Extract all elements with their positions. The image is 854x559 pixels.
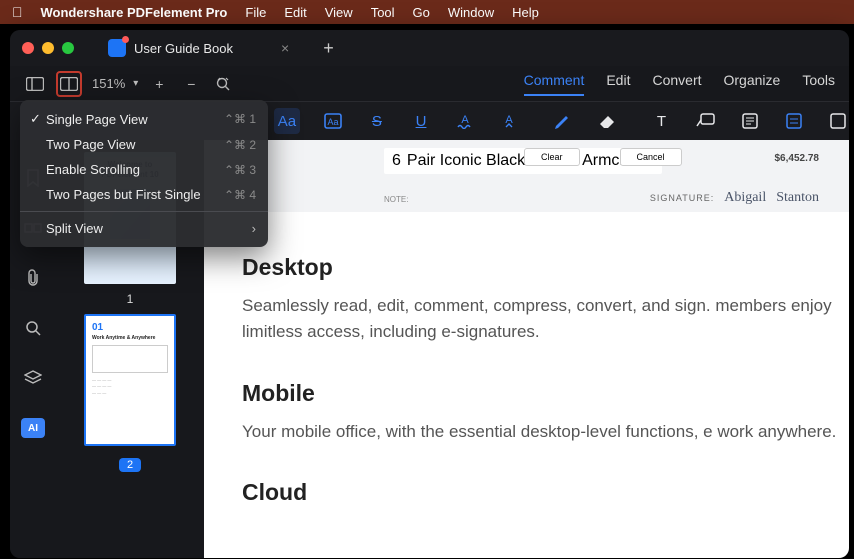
chevron-right-icon: › xyxy=(252,221,256,236)
tab-comment[interactable]: Comment xyxy=(524,72,585,96)
fit-page-icon[interactable] xyxy=(212,73,234,95)
zoom-in-icon[interactable]: + xyxy=(148,73,170,95)
macos-menubar:  Wondershare PDFelement Pro File Edit V… xyxy=(0,0,854,24)
attachment-icon[interactable] xyxy=(23,268,43,288)
thumb2-subtitle: Work Anytime & Anywhere xyxy=(92,335,168,341)
options-bar: 151% ▾ + − Comment Edit Convert Organize… xyxy=(10,66,849,102)
pdf-app-icon xyxy=(108,39,126,57)
signature-label: SIGNATURE: xyxy=(650,193,714,203)
previous-page-strip: 6 Pair Iconic Black Stokke Armchairs Cle… xyxy=(204,140,849,212)
area-highlight-icon[interactable]: Aa xyxy=(322,109,344,133)
layers-icon[interactable] xyxy=(23,368,43,388)
sidebar-toggle-icon[interactable] xyxy=(24,73,46,95)
menu-two-pages-first-single[interactable]: Two Pages but First Single ⌃⌘ 4 xyxy=(20,182,268,207)
sticky-note-icon[interactable] xyxy=(783,109,805,133)
signature-1: Abigail xyxy=(724,190,766,206)
app-name[interactable]: Wondershare PDFelement Pro xyxy=(41,5,228,20)
window-controls xyxy=(22,42,74,54)
callout-icon[interactable] xyxy=(695,109,717,133)
thumb2-box xyxy=(92,345,168,373)
minimize-button[interactable] xyxy=(42,42,54,54)
check-icon: ✓ xyxy=(30,111,46,127)
tab-tools[interactable]: Tools xyxy=(802,72,835,96)
zoom-value: 151% xyxy=(92,76,125,91)
note-label: NOTE: xyxy=(384,195,408,204)
heading-mobile: Mobile xyxy=(242,380,849,407)
eraser-icon[interactable] xyxy=(596,109,618,133)
chevron-down-icon: ▾ xyxy=(133,78,138,89)
heading-cloud: Cloud xyxy=(242,479,849,506)
page-view-dropdown: ✓ Single Page View ⌃⌘ 1 Two Page View ⌃⌘… xyxy=(20,100,268,247)
note-icon[interactable] xyxy=(739,109,761,133)
document-page[interactable]: Desktop Seamlessly read, edit, comment, … xyxy=(204,212,849,558)
menu-edit[interactable]: Edit xyxy=(284,5,306,20)
thumb2-titlenum: 01 xyxy=(92,322,168,333)
close-button[interactable] xyxy=(22,42,34,54)
menu-help[interactable]: Help xyxy=(512,5,539,20)
search-icon[interactable] xyxy=(23,318,43,338)
menu-enable-scrolling[interactable]: Enable Scrolling ⌃⌘ 3 xyxy=(20,157,268,182)
menu-window[interactable]: Window xyxy=(448,5,494,20)
menu-two-page-view[interactable]: Two Page View ⌃⌘ 2 xyxy=(20,132,268,157)
maximize-button[interactable] xyxy=(62,42,74,54)
menu-separator xyxy=(20,211,268,212)
tab-convert[interactable]: Convert xyxy=(652,72,701,96)
menu-split-view[interactable]: Split View › xyxy=(20,216,268,241)
menu-file[interactable]: File xyxy=(245,5,266,20)
document-viewport: 6 Pair Iconic Black Stokke Armchairs Cle… xyxy=(204,140,849,558)
menu-view[interactable]: View xyxy=(325,5,353,20)
row-num: 6 xyxy=(392,152,401,170)
thumb1-number: 1 xyxy=(127,292,134,306)
tab-title: User Guide Book xyxy=(134,41,233,56)
paragraph-desktop: Seamlessly read, edit, comment, compress… xyxy=(242,293,849,346)
ai-badge[interactable]: AI xyxy=(21,418,45,438)
svg-text:Aa: Aa xyxy=(327,117,338,127)
caret-insert-icon[interactable]: A xyxy=(498,109,520,133)
pencil-icon[interactable] xyxy=(552,109,574,133)
signature-2: Stanton xyxy=(776,190,819,206)
price-value: $6,452.78 xyxy=(775,153,820,164)
svg-text:A: A xyxy=(461,114,469,126)
page-thumbnail-2[interactable]: 01 Work Anytime & Anywhere — — — —— — — … xyxy=(84,314,176,446)
tab-edit[interactable]: Edit xyxy=(606,72,630,96)
titlebar: User Guide Book × + xyxy=(10,30,849,66)
highlight-text-icon[interactable]: Aa xyxy=(274,108,300,134)
text-box-icon[interactable]: T xyxy=(650,109,672,133)
strikethrough-icon[interactable]: S xyxy=(366,109,388,133)
tab-organize[interactable]: Organize xyxy=(724,72,781,96)
underline-icon[interactable]: U xyxy=(410,109,432,133)
page-view-mode-icon[interactable] xyxy=(56,71,82,97)
document-tab[interactable]: User Guide Book × xyxy=(96,33,301,63)
paragraph-mobile: Your mobile office, with the essential d… xyxy=(242,419,849,445)
zoom-level[interactable]: 151% ▾ xyxy=(92,76,138,91)
menu-single-page-view[interactable]: ✓ Single Page View ⌃⌘ 1 xyxy=(20,106,268,132)
squiggly-icon[interactable]: A xyxy=(454,109,476,133)
clear-button[interactable]: Clear xyxy=(524,148,580,166)
zoom-out-icon[interactable]: − xyxy=(180,73,202,95)
menu-tool[interactable]: Tool xyxy=(371,5,395,20)
thumb2-number: 2 xyxy=(119,458,141,472)
shapes-icon[interactable] xyxy=(827,109,849,133)
apple-menu-icon[interactable]:  xyxy=(12,4,23,20)
menu-go[interactable]: Go xyxy=(413,5,430,20)
heading-desktop: Desktop xyxy=(242,254,849,281)
cancel-button[interactable]: Cancel xyxy=(620,148,682,166)
new-tab-button[interactable]: + xyxy=(323,38,334,59)
tab-close-icon[interactable]: × xyxy=(281,40,289,56)
